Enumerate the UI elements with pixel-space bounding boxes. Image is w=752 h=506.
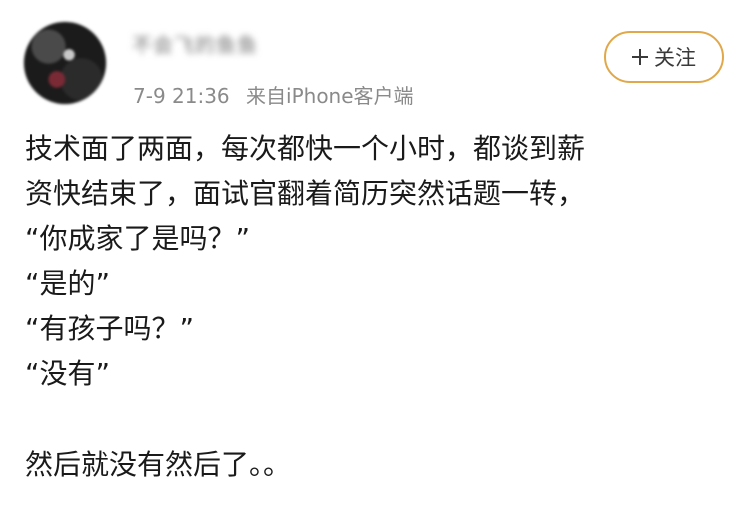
follow-button[interactable]: 关注 xyxy=(604,31,724,83)
post-text-line: “你成家了是吗？” xyxy=(25,222,251,255)
post-body: 技术面了两面，每次都快一个小时，都谈到薪 资快结束了，面试官翻着简历突然话题一转… xyxy=(25,126,735,487)
post-text-line: “有孩子吗？” xyxy=(25,312,195,345)
post-meta: 7-9 21:36 来自iPhone客户端 xyxy=(133,80,414,109)
follow-label: 关注 xyxy=(654,46,696,70)
plus-icon xyxy=(632,49,648,65)
post-closing-line: 然后就没有然后了。。 xyxy=(25,448,292,481)
post-time: 7-9 21:36 xyxy=(133,84,230,108)
post-header: 不会飞的鱼鱼 7-9 21:36 来自iPhone客户端 关注 xyxy=(0,0,752,120)
post-source: 来自iPhone客户端 xyxy=(246,84,414,108)
avatar[interactable] xyxy=(24,22,106,104)
post-text-line: “是的” xyxy=(25,267,111,300)
post-text-line: 资快结束了，面试官翻着简历突然话题一转， xyxy=(25,177,586,210)
post-text-line: “没有” xyxy=(25,357,111,390)
post-text-line: 技术面了两面，每次都快一个小时，都谈到薪 xyxy=(25,132,586,165)
username[interactable]: 不会飞的鱼鱼 xyxy=(132,32,322,58)
